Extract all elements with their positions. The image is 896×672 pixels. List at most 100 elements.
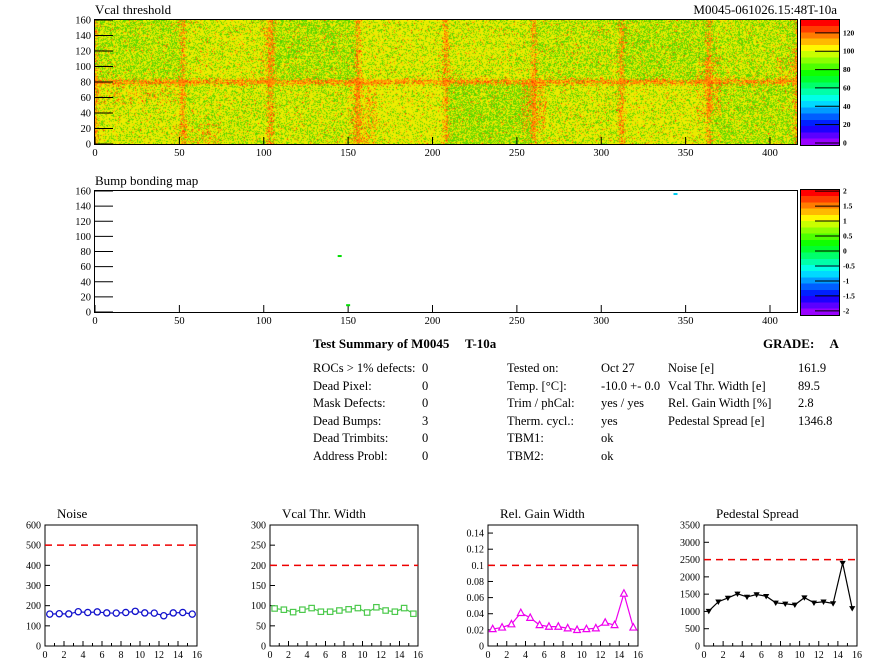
summary-subtitle: T-10a	[465, 336, 497, 351]
defect-value: 0	[422, 396, 429, 410]
vcal-map-title: Vcal threshold	[95, 2, 172, 17]
svg-text:8: 8	[561, 650, 566, 661]
svg-text:500: 500	[26, 541, 41, 552]
svg-text:0.14: 0.14	[467, 529, 485, 540]
defect-row: Mask Defects: 0	[313, 395, 493, 413]
svg-text:2: 2	[843, 187, 847, 196]
condition-label: TBM2:	[507, 448, 544, 463]
svg-text:12: 12	[596, 650, 606, 661]
svg-text:14: 14	[395, 650, 405, 661]
svg-text:100: 100	[251, 601, 266, 612]
defect-label: Dead Trimbits:	[313, 431, 389, 445]
svg-text:0: 0	[43, 650, 48, 661]
svg-text:60: 60	[81, 93, 92, 104]
result-value: 1346.8	[798, 413, 833, 428]
defect-label: ROCs > 1% defects:	[313, 361, 416, 375]
defect-value: 0	[422, 448, 429, 463]
condition-value: Oct 27	[601, 361, 635, 375]
svg-text:150: 150	[340, 316, 356, 327]
svg-text:50: 50	[256, 621, 266, 632]
condition-value: yes	[601, 413, 618, 428]
svg-text:300: 300	[593, 148, 609, 159]
condition-label: Tested on:	[507, 361, 559, 375]
svg-text:0.1: 0.1	[472, 561, 485, 572]
svg-text:3000: 3000	[680, 538, 700, 549]
svg-text:200: 200	[251, 561, 266, 572]
defect-label: Dead Bumps:	[313, 413, 382, 428]
svg-text:16: 16	[633, 650, 643, 661]
summary-plot-vcal-thr-width: Vcal Thr. Width 0 50 100 150 200 250 300 0 2 4 6 8 10…	[251, 506, 423, 661]
svg-text:100: 100	[26, 621, 41, 632]
summary-plot-pedestal-spread: Pedestal Spread 0 500 1000 1500 2000 2500 3000 3…	[680, 506, 862, 661]
svg-text:1500: 1500	[680, 590, 700, 601]
svg-text:0: 0	[702, 650, 707, 661]
svg-text:0: 0	[92, 316, 97, 327]
condition-label: Trim / phCal:	[507, 396, 575, 410]
result-label: Vcal Thr. Width [e]	[668, 378, 766, 393]
svg-text:0.04: 0.04	[467, 609, 485, 620]
svg-text:350: 350	[678, 316, 694, 327]
svg-text:14: 14	[833, 650, 843, 661]
svg-text:20: 20	[81, 292, 92, 303]
svg-text:4: 4	[523, 650, 528, 661]
defect-row: ROCs > 1% defects: 0	[313, 360, 493, 378]
bump-colorbar	[800, 189, 840, 316]
svg-text:0.5: 0.5	[843, 232, 853, 241]
svg-text:140: 140	[75, 31, 91, 42]
svg-text:200: 200	[425, 148, 441, 159]
defect-label: Dead Pixel:	[313, 378, 372, 393]
svg-text:16: 16	[413, 650, 423, 661]
svg-text:0: 0	[92, 148, 97, 159]
svg-text:2: 2	[286, 650, 291, 661]
svg-text:0: 0	[261, 642, 266, 653]
svg-text:4: 4	[81, 650, 86, 661]
svg-text:0: 0	[486, 650, 491, 661]
svg-text:250: 250	[509, 316, 525, 327]
svg-text:120: 120	[75, 217, 91, 228]
svg-text:0: 0	[86, 308, 91, 319]
svg-text:8: 8	[119, 650, 124, 661]
svg-text:400: 400	[762, 316, 778, 327]
condition-value: ok	[601, 431, 614, 445]
svg-text:0: 0	[268, 650, 273, 661]
svg-text:350: 350	[678, 148, 694, 159]
defect-label: Mask Defects:	[313, 396, 386, 410]
condition-label: Temp. [°C]:	[507, 378, 567, 393]
svg-text:500: 500	[685, 624, 700, 635]
condition-row: Trim / phCal: yes / yes	[507, 395, 672, 413]
svg-text:2: 2	[721, 650, 726, 661]
svg-text:10: 10	[795, 650, 805, 661]
result-row: Noise [e] 161.9	[668, 360, 888, 378]
svg-text:160: 160	[75, 187, 91, 198]
condition-label: TBM1:	[507, 431, 544, 445]
svg-text:0: 0	[86, 140, 91, 151]
svg-text:12: 12	[376, 650, 386, 661]
result-label: Noise [e]	[668, 361, 715, 375]
svg-text:100: 100	[75, 62, 91, 73]
result-row: Vcal Thr. Width [e] 89.5	[668, 378, 888, 396]
svg-text:20: 20	[81, 124, 92, 135]
svg-text:10: 10	[577, 650, 587, 661]
bump-map-title: Bump bonding map	[95, 173, 199, 188]
svg-text:Vcal Thr. Width: Vcal Thr. Width	[282, 506, 366, 521]
svg-text:8: 8	[342, 650, 347, 661]
svg-text:60: 60	[81, 262, 92, 273]
svg-text:0.12: 0.12	[467, 545, 485, 556]
svg-text:6: 6	[323, 650, 328, 661]
svg-text:10: 10	[358, 650, 368, 661]
vcal-map-frame	[94, 19, 798, 145]
svg-text:20: 20	[843, 120, 851, 129]
svg-text:120: 120	[75, 47, 91, 58]
svg-text:3500: 3500	[680, 521, 700, 532]
svg-text:1.5: 1.5	[843, 202, 853, 211]
svg-text:16: 16	[192, 650, 202, 661]
svg-text:40: 40	[81, 109, 92, 120]
svg-text:40: 40	[81, 277, 92, 288]
svg-text:0.06: 0.06	[467, 593, 485, 604]
svg-text:60: 60	[843, 83, 851, 92]
results-column: Noise [e] 161.9 Vcal Thr. Width [e] 89.5 R…	[668, 360, 888, 430]
svg-text:100: 100	[256, 148, 272, 159]
svg-text:0.02: 0.02	[467, 625, 485, 636]
svg-text:40: 40	[843, 102, 851, 111]
svg-text:400: 400	[762, 148, 778, 159]
